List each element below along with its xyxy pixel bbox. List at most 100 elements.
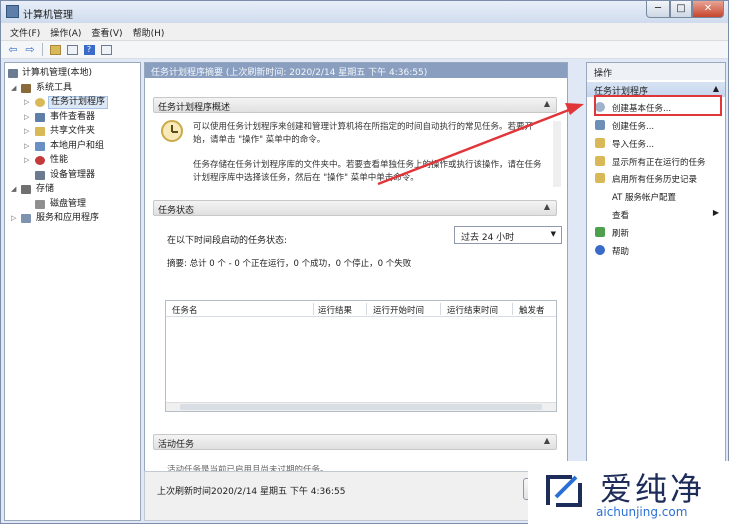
running-tasks-icon	[595, 156, 605, 166]
services-icon	[21, 214, 31, 223]
overview-section-header[interactable]: 任务计划程序概述 ▲	[153, 97, 557, 113]
submenu-arrow-icon: ▶	[712, 208, 719, 217]
tree-item-task-scheduler[interactable]: ▷ 任务计划程序	[5, 95, 140, 110]
tree-item-label: 任务计划程序	[48, 96, 109, 109]
action-refresh[interactable]: 刷新	[587, 224, 725, 241]
scroll-thumb[interactable]	[180, 404, 542, 410]
menu-action[interactable]: 操作(A)	[47, 23, 88, 40]
table-horizontal-scrollbar[interactable]	[166, 402, 556, 411]
action-at-service-account[interactable]: AT 服务帐户配置	[587, 188, 725, 205]
status-period-value: 过去 24 小时	[461, 233, 515, 243]
overview-paragraph-1: 可以使用任务计划程序来创建和管理计算机将在所指定的时间自动执行的常见任务。若要开…	[193, 122, 534, 145]
tree-item-label: 事件查看器	[50, 111, 96, 122]
overview-paragraph-2: 任务存储在任务计划程序库的文件夹中。若要查看单独任务上的操作或执行该操作，请在任…	[193, 160, 542, 183]
collapse-icon[interactable]: ▲	[544, 99, 550, 108]
event-viewer-icon	[35, 112, 45, 122]
action-create-task[interactable]: 创建任务...	[587, 117, 725, 134]
collapse-icon[interactable]: ◢	[11, 182, 19, 197]
tree-item-shared-folders[interactable]: ▷ 共享文件夹	[5, 124, 140, 139]
section-title: 任务状态	[158, 206, 195, 216]
title-bar: 计算机管理 ─ □ ✕	[1, 1, 728, 23]
action-label: 刷新	[612, 229, 630, 239]
show-hide-action-pane-icon[interactable]	[99, 43, 113, 57]
action-enable-history[interactable]: 启用所有任务历史记录	[587, 170, 725, 187]
highlight-box	[594, 95, 722, 116]
close-button[interactable]: ✕	[692, 1, 724, 18]
column-run-end[interactable]: 运行结束时间	[447, 304, 498, 316]
up-folder-icon[interactable]	[48, 43, 62, 57]
expand-icon[interactable]: ▷	[24, 95, 32, 110]
tree-item-storage[interactable]: ◢ 存储	[5, 182, 140, 197]
center-scrollbar[interactable]	[567, 63, 568, 463]
column-run-result[interactable]: 运行结果	[318, 304, 352, 316]
tree-item-performance[interactable]: ▷ 性能	[5, 153, 140, 168]
storage-icon	[21, 185, 31, 194]
center-pane: 任务计划程序摘要 (上次刷新时间: 2020/2/14 星期五 下午 4:36:…	[144, 62, 568, 521]
column-task-name[interactable]: 任务名	[172, 304, 198, 316]
action-import-task[interactable]: 导入任务...	[587, 135, 725, 152]
collapse-icon[interactable]: ◢	[11, 81, 19, 96]
menu-view[interactable]: 查看(V)	[88, 23, 129, 40]
back-icon[interactable]: ⇦	[6, 43, 20, 57]
tree-item-services-apps[interactable]: ▷ 服务和应用程序	[5, 211, 140, 226]
clock-icon	[35, 98, 45, 107]
task-status-section-header[interactable]: 任务状态 ▲	[153, 200, 557, 216]
tree-item-label: 服务和应用程序	[36, 213, 100, 223]
tree-item-local-users[interactable]: ▷ 本地用户和组	[5, 139, 140, 154]
collapse-icon[interactable]: ▲	[544, 436, 550, 445]
create-task-icon	[595, 120, 605, 130]
import-task-icon	[595, 138, 605, 148]
forward-icon[interactable]: ⇨	[23, 43, 37, 57]
actions-pane: 操作 任务计划程序 ▲ 创建基本任务... 创建任务... 导入任务... 显示…	[586, 62, 726, 521]
expand-icon[interactable]: ▷	[24, 139, 32, 154]
computer-icon	[8, 69, 18, 78]
summary-header: 任务计划程序摘要 (上次刷新时间: 2020/2/14 星期五 下午 4:36:…	[145, 63, 567, 78]
overview-scrollbar[interactable]	[553, 121, 561, 187]
task-status-table: 任务名 运行结果 运行开始时间 运行结束时间 触发者	[165, 300, 557, 412]
expand-icon[interactable]: ▷	[11, 211, 19, 226]
history-icon	[595, 173, 605, 183]
tools-icon	[21, 83, 31, 93]
action-view[interactable]: 查看 ▶	[587, 206, 725, 223]
status-period-label: 在以下时间段启动的任务状态:	[167, 236, 288, 246]
action-show-running-tasks[interactable]: 显示所有正在运行的任务	[587, 153, 725, 170]
action-help[interactable]: 帮助	[587, 242, 725, 259]
tree-item-disk-management[interactable]: 磁盘管理	[5, 197, 140, 212]
table-header: 任务名 运行结果 运行开始时间 运行结束时间 触发者	[166, 301, 556, 317]
action-label: 导入任务...	[612, 140, 655, 150]
show-hide-tree-icon[interactable]	[65, 43, 79, 57]
tree-item-label: 存储	[36, 184, 55, 194]
window-title: 计算机管理	[23, 10, 73, 21]
navigation-tree: 计算机管理(本地) ◢ 系统工具 ▷ 任务计划程序 ▷ 事件查看器 ▷ 共享文件…	[4, 62, 141, 521]
tree-item-label: 性能	[50, 155, 69, 165]
column-trigger[interactable]: 触发者	[519, 304, 545, 316]
expand-icon[interactable]: ▷	[24, 153, 32, 168]
minimize-button[interactable]: ─	[646, 1, 670, 18]
menu-help[interactable]: 帮助(H)	[130, 23, 172, 40]
column-run-start[interactable]: 运行开始时间	[373, 304, 424, 316]
tree-item-system-tools[interactable]: ◢ 系统工具	[5, 81, 140, 96]
tree-item-device-manager[interactable]: 设备管理器	[5, 168, 140, 183]
watermark-url: aichunjing.com	[596, 505, 688, 519]
refresh-icon	[595, 227, 605, 237]
disk-icon	[35, 199, 45, 209]
action-label: 显示所有正在运行的任务	[612, 158, 706, 168]
menu-file[interactable]: 文件(F)	[7, 23, 47, 40]
active-tasks-section-header[interactable]: 活动任务 ▲	[153, 434, 557, 450]
tree-root[interactable]: 计算机管理(本地)	[5, 66, 140, 81]
collapse-icon[interactable]: ▲	[713, 84, 719, 93]
tree-item-event-viewer[interactable]: ▷ 事件查看器	[5, 110, 140, 125]
action-label: 创建任务...	[612, 122, 655, 132]
maximize-button[interactable]: □	[670, 1, 692, 18]
watermark-logo	[546, 475, 582, 507]
status-period-select[interactable]: 过去 24 小时 ▼	[454, 226, 562, 244]
toolbar-separator	[42, 43, 43, 56]
action-label: 帮助	[612, 247, 630, 257]
actions-title: 操作	[587, 63, 725, 80]
computer-management-icon	[6, 5, 19, 18]
expand-icon[interactable]: ▷	[24, 124, 32, 139]
collapse-icon[interactable]: ▲	[544, 202, 550, 211]
expand-icon[interactable]: ▷	[24, 110, 32, 125]
help-icon[interactable]: ?	[82, 43, 96, 57]
users-icon	[35, 141, 45, 151]
